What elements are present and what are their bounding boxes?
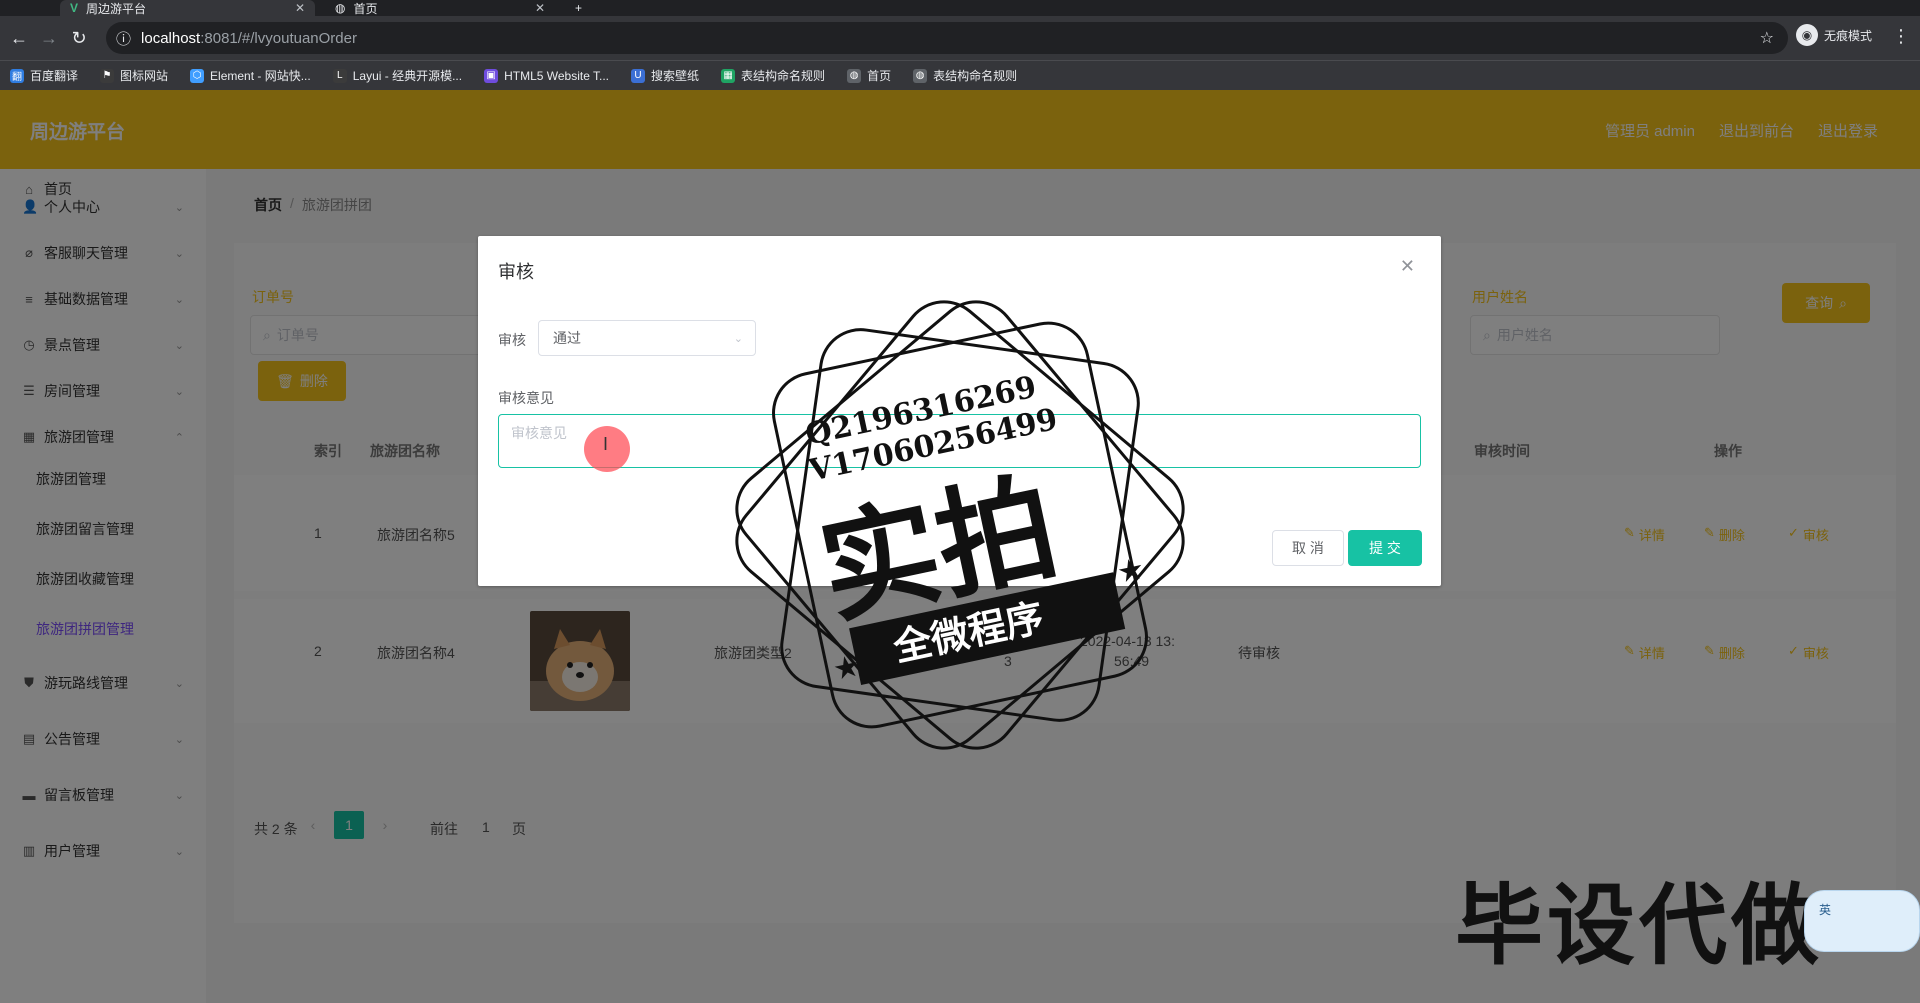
bookmark-icon: U	[631, 68, 646, 83]
menu-kebab-icon[interactable]: ⋮	[1892, 26, 1910, 47]
bookmark-label: 首页	[867, 69, 892, 83]
dialog-title: 审核	[498, 262, 534, 282]
back-icon[interactable]: ←	[4, 28, 34, 49]
bookmark-item[interactable]: 翻百度翻译	[10, 67, 78, 84]
bookmark-label: 搜索壁纸	[651, 69, 700, 83]
bookmark-item[interactable]: ◍ 表结构命名规则	[913, 67, 1017, 84]
new-tab-icon[interactable]: +	[565, 0, 595, 16]
bookmark-icon: 翻	[10, 68, 24, 83]
bookmark-icon: ▣	[484, 68, 499, 83]
submit-button[interactable]: 提 交	[1348, 530, 1422, 566]
close-tab-icon[interactable]: ✕	[535, 1, 545, 15]
bookmark-item[interactable]: ▣ HTML5 Website T...	[484, 68, 610, 83]
bookmark-icon: L	[332, 68, 347, 83]
watermark-corner-text: 毕设代做	[1455, 874, 1824, 977]
browser-tab-active[interactable]: V 周边游平台 ✕	[60, 0, 315, 16]
browser-tabbar: V 周边游平台 ✕ ◍ 首页 ✕ +	[0, 0, 1920, 16]
incognito-icon: ◉	[1796, 24, 1818, 46]
url-host: localhost	[141, 29, 201, 47]
bookmark-item[interactable]: ⚑ 图标网站	[100, 67, 168, 84]
review-status-label: 审核	[498, 332, 526, 348]
info-icon: ⓘ	[116, 30, 132, 48]
bookmark-icon: ⚑	[100, 68, 115, 83]
incognito-label: 无痕模式	[1824, 28, 1873, 43]
bookmark-label: 图标网站	[120, 69, 169, 83]
review-status-value: 通过	[553, 330, 581, 346]
url-field[interactable]: ⓘ localhost:8081/#/lvyoutuanOrder ☆	[106, 22, 1788, 54]
bookmark-label: Element - 网站快...	[210, 69, 311, 83]
reload-icon[interactable]: ↻	[64, 28, 94, 49]
bookmark-label: 百度翻译	[30, 69, 79, 83]
browser-tab[interactable]: ◍ 首页 ✕	[325, 0, 555, 16]
star-icon[interactable]: ☆	[1760, 28, 1774, 48]
close-tab-icon[interactable]: ✕	[295, 1, 305, 15]
ime-widget[interactable]: 英	[1804, 890, 1920, 952]
text-cursor-icon: I	[603, 434, 609, 454]
watermark-stamp: Q2196316269 V17060256499 实拍 全微程序 ★ ★	[735, 300, 1185, 750]
url-path: :8081/#/lvyoutuanOrder	[200, 29, 357, 47]
bookmark-icon: ◍	[847, 68, 862, 83]
incognito-indicator[interactable]: ◉ 无痕模式	[1796, 24, 1872, 46]
close-icon[interactable]: ✕	[1400, 256, 1415, 277]
tab-title: 周边游平台	[86, 1, 147, 16]
tab-title: 首页	[353, 1, 378, 16]
review-opinion-label: 审核意见	[498, 390, 554, 406]
bookmark-icon: ⬡	[190, 68, 205, 83]
bookmark-label: 表结构命名规则	[933, 69, 1018, 83]
bookmark-item[interactable]: ▦ 表结构命名规则	[721, 67, 825, 84]
star-icon: ★	[1114, 552, 1147, 590]
address-bar: ← → ↻ ⓘ localhost:8081/#/lvyoutuanOrder …	[0, 16, 1920, 60]
review-opinion-placeholder: 审核意见	[511, 425, 567, 441]
globe-icon: ◍	[335, 1, 346, 15]
ime-label: 英	[1819, 903, 1832, 917]
vue-logo-icon: V	[70, 1, 79, 15]
bookmark-icon: ◍	[913, 68, 928, 83]
bookmark-label: Layui - 经典开源模...	[352, 69, 463, 83]
bookmark-icon: ▦	[721, 68, 736, 83]
bookmark-item[interactable]: U 搜索壁纸	[631, 67, 699, 84]
bookmarks-bar: 翻百度翻译 ⚑ 图标网站 ⬡ Element - 网站快... L Layui - 经典开源…	[0, 60, 1920, 90]
cancel-button[interactable]: 取 消	[1272, 530, 1344, 566]
bookmark-label: HTML5 Website T...	[504, 68, 610, 83]
bookmark-label: 表结构命名规则	[741, 69, 826, 83]
bookmark-item[interactable]: L Layui - 经典开源模...	[332, 67, 463, 84]
bookmark-item[interactable]: ⬡ Element - 网站快...	[190, 67, 311, 84]
bookmark-item[interactable]: ◍ 首页	[847, 67, 891, 84]
forward-icon[interactable]: →	[34, 28, 64, 49]
